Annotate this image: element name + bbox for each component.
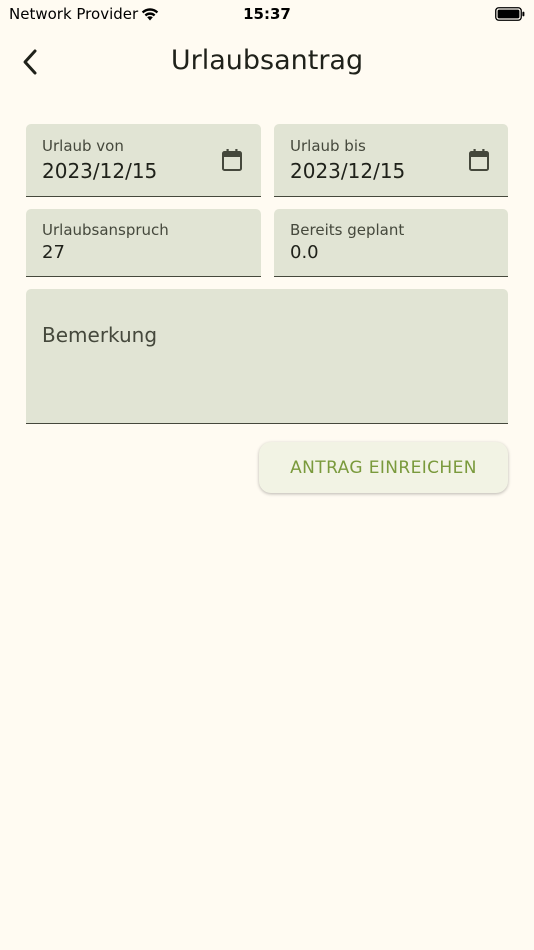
already-planned-field[interactable]: Bereits geplant 0.0	[274, 209, 508, 277]
already-planned-label: Bereits geplant	[290, 221, 405, 239]
already-planned-value: 0.0	[290, 242, 319, 263]
calendar-icon[interactable]	[221, 148, 243, 172]
status-bar: Network Provider 15:37	[0, 0, 534, 30]
vacation-to-value: 2023/12/15	[290, 159, 406, 183]
vacation-from-value: 2023/12/15	[42, 159, 158, 183]
vacation-entitlement-field[interactable]: Urlaubsanspruch 27	[26, 209, 261, 277]
submit-request-button[interactable]: ANTRAG EINREICHEN	[259, 442, 508, 493]
app-bar: Urlaubsantrag	[0, 36, 534, 88]
vacation-to-label: Urlaub bis	[290, 137, 366, 155]
vacation-to-field[interactable]: Urlaub bis 2023/12/15	[274, 124, 508, 197]
vacation-from-field[interactable]: Urlaub von 2023/12/15	[26, 124, 261, 197]
page-title: Urlaubsantrag	[170, 45, 364, 76]
status-time: 15:37	[243, 5, 291, 23]
vacation-entitlement-label: Urlaubsanspruch	[42, 221, 169, 239]
calendar-icon[interactable]	[468, 148, 490, 172]
remark-field[interactable]: Bemerkung	[26, 289, 508, 424]
vacation-from-label: Urlaub von	[42, 137, 124, 155]
vacation-entitlement-value: 27	[42, 242, 65, 263]
battery-icon	[495, 7, 525, 21]
remark-placeholder: Bemerkung	[42, 323, 158, 347]
